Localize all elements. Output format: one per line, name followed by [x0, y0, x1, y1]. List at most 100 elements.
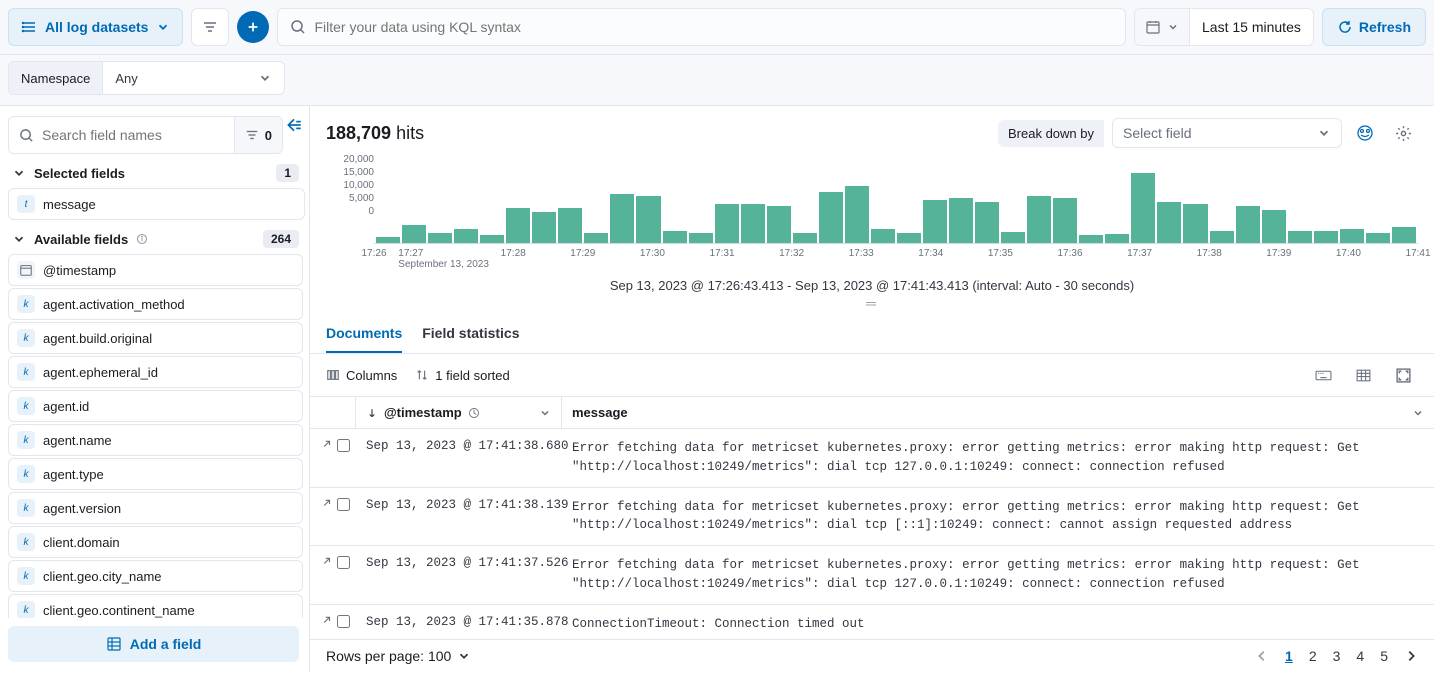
chart-bar[interactable]	[454, 229, 478, 243]
drag-handle-icon[interactable]: ═	[326, 295, 1418, 311]
page-number[interactable]: 3	[1333, 648, 1341, 664]
add-filter-button[interactable]	[237, 11, 269, 43]
chart-bar[interactable]	[663, 231, 687, 243]
row-checkbox[interactable]	[337, 439, 350, 452]
chart-bar[interactable]	[1314, 231, 1338, 243]
chart-bar[interactable]	[1053, 198, 1077, 243]
chart-settings-button[interactable]	[1388, 118, 1418, 148]
field-item[interactable]: kagent.build.original	[8, 322, 303, 354]
sort-button[interactable]: 1 field sorted	[415, 368, 509, 383]
expand-row-button[interactable]	[319, 439, 331, 451]
page-prev[interactable]	[1255, 649, 1269, 663]
breakdown-select[interactable]: Select field	[1112, 118, 1342, 148]
chart-bar[interactable]	[1392, 227, 1416, 243]
chart-bars[interactable]	[374, 152, 1418, 244]
expand-row-button[interactable]	[319, 498, 331, 510]
chart-bar[interactable]	[715, 204, 739, 243]
chart-bar[interactable]	[584, 233, 608, 243]
columns-button[interactable]: Columns	[326, 368, 397, 383]
date-range-value[interactable]: Last 15 minutes	[1190, 19, 1313, 35]
field-filter-count[interactable]: 0	[234, 117, 282, 153]
chart-bar[interactable]	[1366, 233, 1390, 243]
column-header-timestamp[interactable]: @timestamp	[356, 397, 562, 428]
row-checkbox[interactable]	[337, 556, 350, 569]
date-range-picker[interactable]: Last 15 minutes	[1134, 8, 1314, 46]
chart-bar[interactable]	[1340, 229, 1364, 243]
chart-bar[interactable]	[1183, 204, 1207, 243]
chart-bar[interactable]	[1288, 231, 1312, 243]
field-item[interactable]: kagent.type	[8, 458, 303, 490]
chart-bar[interactable]	[949, 198, 973, 243]
chart-bar[interactable]	[610, 194, 634, 243]
expand-row-button[interactable]	[319, 615, 331, 627]
filter-options-button[interactable]	[191, 8, 229, 46]
page-number[interactable]: 5	[1380, 648, 1388, 664]
chart-bar[interactable]	[480, 235, 504, 243]
chart-bar[interactable]	[871, 229, 895, 243]
field-item[interactable]: kagent.id	[8, 390, 303, 422]
page-number[interactable]: 2	[1309, 648, 1317, 664]
date-range-calendar-button[interactable]	[1135, 9, 1190, 45]
chart-bar[interactable]	[1131, 173, 1155, 243]
add-field-button[interactable]: Add a field	[8, 626, 299, 662]
field-item[interactable]: kagent.version	[8, 492, 303, 524]
available-fields-header[interactable]: Available fields 264	[8, 220, 305, 254]
chart-bar[interactable]	[1079, 235, 1103, 243]
field-item[interactable]: tmessage	[8, 188, 305, 220]
tab-field-statistics[interactable]: Field statistics	[422, 319, 519, 353]
field-item[interactable]: kagent.name	[8, 424, 303, 456]
kql-input[interactable]	[314, 19, 1113, 35]
chart-bar[interactable]	[819, 192, 843, 243]
namespace-filter[interactable]: Namespace Any	[8, 61, 285, 95]
tab-documents[interactable]: Documents	[326, 319, 402, 353]
chart-bar[interactable]	[532, 212, 556, 243]
chart-bar[interactable]	[923, 200, 947, 243]
page-number[interactable]: 1	[1285, 648, 1293, 664]
field-item[interactable]: @timestamp	[8, 254, 303, 286]
kql-search-bar[interactable]	[277, 8, 1126, 46]
chart-bar[interactable]	[1027, 196, 1051, 243]
selected-fields-header[interactable]: Selected fields 1	[8, 154, 305, 188]
chart-bar[interactable]	[1157, 202, 1181, 243]
page-next[interactable]	[1404, 649, 1418, 663]
density-button[interactable]	[1348, 360, 1378, 390]
field-item[interactable]: kclient.geo.continent_name	[8, 594, 303, 618]
field-item[interactable]: kagent.activation_method	[8, 288, 303, 320]
keyboard-shortcuts-button[interactable]	[1308, 360, 1338, 390]
row-checkbox[interactable]	[337, 498, 350, 511]
patterns-button[interactable]	[1350, 118, 1380, 148]
datasets-selector[interactable]: All log datasets	[8, 8, 183, 46]
chart-bar[interactable]	[1236, 206, 1260, 243]
rows-per-page[interactable]: Rows per page: 100	[326, 648, 471, 664]
collapse-sidebar-button[interactable]	[285, 116, 303, 134]
chart-bar[interactable]	[1001, 232, 1025, 243]
chart-bar[interactable]	[975, 202, 999, 243]
chart-bar[interactable]	[689, 233, 713, 243]
page-number[interactable]: 4	[1356, 648, 1364, 664]
chart-bar[interactable]	[1262, 210, 1286, 243]
field-item[interactable]: kclient.geo.city_name	[8, 560, 303, 592]
chart-bar[interactable]	[897, 233, 921, 243]
chart-bar[interactable]	[1105, 234, 1129, 243]
chart-bar[interactable]	[428, 233, 452, 243]
fullscreen-button[interactable]	[1388, 360, 1418, 390]
chart-bar[interactable]	[741, 204, 765, 243]
chart-bar[interactable]	[793, 233, 817, 243]
chart-bar[interactable]	[558, 208, 582, 243]
histogram-chart[interactable]: 20,00015,00010,0005,0000 17:2617:27Septe…	[310, 152, 1434, 311]
field-item[interactable]: kclient.domain	[8, 526, 303, 558]
row-checkbox[interactable]	[337, 615, 350, 628]
chart-bar[interactable]	[636, 196, 660, 243]
chart-bar[interactable]	[506, 208, 530, 243]
namespace-value-dropdown[interactable]: Any	[103, 62, 283, 94]
chart-bar[interactable]	[1210, 231, 1234, 243]
refresh-button[interactable]: Refresh	[1322, 8, 1426, 46]
chart-bar[interactable]	[767, 206, 791, 243]
expand-row-button[interactable]	[319, 556, 331, 568]
chart-bar[interactable]	[402, 225, 426, 243]
column-header-message[interactable]: message	[562, 397, 1434, 428]
field-search-input[interactable]	[42, 127, 224, 143]
chart-bar[interactable]	[376, 237, 400, 243]
field-item[interactable]: kagent.ephemeral_id	[8, 356, 303, 388]
chart-bar[interactable]	[845, 186, 869, 243]
